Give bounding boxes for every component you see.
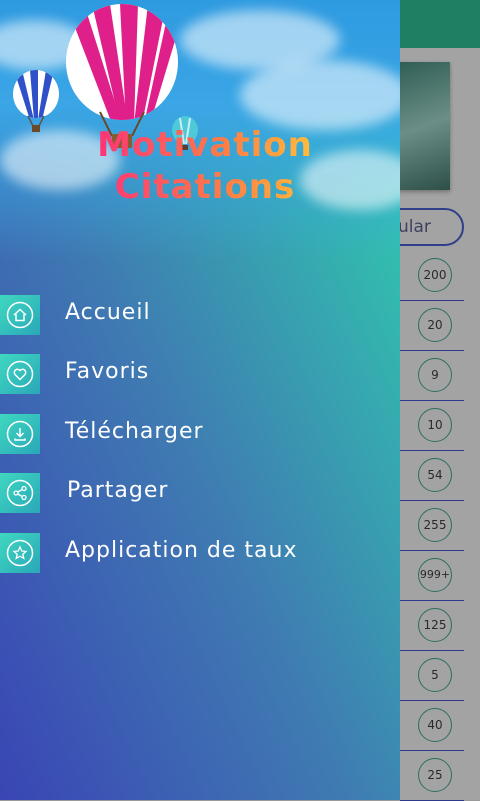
menu-item-telecharger[interactable]: Télécharger bbox=[0, 414, 400, 456]
count-badge: 999+ bbox=[418, 558, 452, 592]
count-badge: 40 bbox=[418, 708, 452, 742]
list-item[interactable]: 125 bbox=[400, 600, 464, 651]
app-title-line2: Citations bbox=[90, 166, 320, 208]
menu-item-label: Partager bbox=[67, 478, 169, 503]
download-icon bbox=[0, 414, 40, 454]
heart-icon bbox=[0, 354, 40, 394]
list-item[interactable]: 10 bbox=[400, 400, 464, 451]
menu-item-accueil[interactable]: Accueil bbox=[0, 295, 400, 337]
featured-image[interactable] bbox=[398, 62, 450, 190]
tab-popular-label: ular bbox=[398, 217, 431, 237]
app-title-line1: Motivation bbox=[90, 124, 320, 166]
home-icon bbox=[0, 295, 40, 335]
list-item[interactable]: 200 bbox=[400, 250, 464, 301]
count-badge: 255 bbox=[418, 508, 452, 542]
menu-item-application-de-taux[interactable]: Application de taux bbox=[0, 533, 400, 575]
list-item[interactable]: 40 bbox=[400, 700, 464, 751]
navigation-drawer: Motivation Citations Accueil Favoris Tél… bbox=[0, 0, 400, 800]
cloud-decoration bbox=[240, 60, 400, 130]
count-badge: 200 bbox=[418, 258, 452, 292]
share-icon bbox=[0, 473, 40, 513]
count-badge: 10 bbox=[418, 408, 452, 442]
list-item[interactable]: 255 bbox=[400, 500, 464, 551]
menu-item-partager[interactable]: Partager bbox=[0, 473, 400, 515]
small-balloon-icon bbox=[13, 70, 59, 132]
menu-item-favoris[interactable]: Favoris bbox=[0, 354, 400, 396]
drawer-header: Motivation Citations bbox=[0, 0, 400, 260]
star-icon bbox=[0, 533, 40, 573]
count-badge: 9 bbox=[418, 358, 452, 392]
list-item[interactable]: 25 bbox=[400, 750, 464, 801]
list-item[interactable]: 54 bbox=[400, 450, 464, 501]
menu-item-label: Favoris bbox=[65, 359, 150, 384]
list-item[interactable]: 9 bbox=[400, 350, 464, 401]
count-badge: 125 bbox=[418, 608, 452, 642]
menu-item-label: Accueil bbox=[65, 300, 151, 325]
list-item[interactable]: 20 bbox=[400, 300, 464, 351]
count-badge: 20 bbox=[418, 308, 452, 342]
count-badge: 5 bbox=[418, 658, 452, 692]
count-badge: 25 bbox=[418, 758, 452, 792]
list-item[interactable]: 999+ bbox=[400, 550, 464, 601]
menu-item-label: Télécharger bbox=[65, 419, 204, 444]
menu-item-label: Application de taux bbox=[65, 538, 298, 563]
list-item[interactable]: 5 bbox=[400, 650, 464, 701]
count-badge: 54 bbox=[418, 458, 452, 492]
